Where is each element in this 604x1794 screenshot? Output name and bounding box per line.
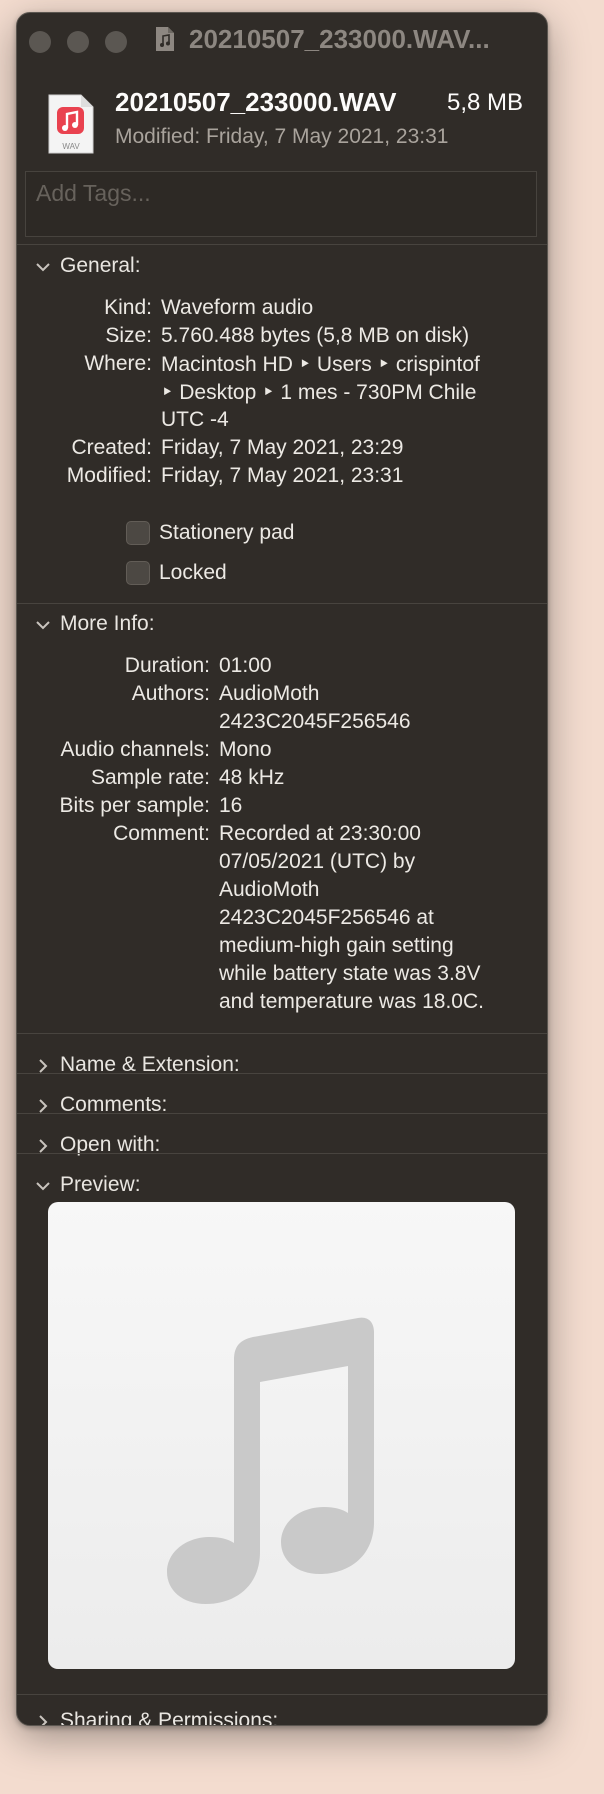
preview-panel — [48, 1202, 515, 1669]
file-name: 20210507_233000.WAV — [115, 87, 397, 117]
wav-file-icon: WAV — [48, 94, 94, 154]
file-size: 5,8 MB — [447, 89, 524, 116]
comment-line: 2423C2045F256546 at — [219, 906, 434, 929]
bits-per-sample-value: 16 — [219, 794, 243, 817]
locked-checkbox[interactable] — [126, 561, 150, 585]
get-info-window: 20210507_233000.WAV... WAV 20210507_2330… — [16, 12, 548, 1726]
comment-line: while battery state was 3.8V — [219, 962, 481, 985]
duration-value: 01:00 — [219, 654, 272, 677]
divider — [17, 1153, 547, 1154]
audio-channels-value: Mono — [219, 738, 272, 761]
chevron-right-icon[interactable] — [33, 1712, 53, 1726]
authors-value-line: AudioMoth — [219, 682, 320, 705]
music-note-icon — [167, 1317, 374, 1604]
title-bar: 20210507_233000.WAV... — [17, 13, 547, 67]
chevron-down-icon[interactable] — [33, 1176, 53, 1196]
where-value-line: Macintosh HD ‣ Users ‣ crispintof — [161, 353, 480, 376]
authors-value-line: 2423C2045F256546 — [219, 710, 411, 733]
duration-label: Duration: — [124, 654, 210, 677]
chevron-down-icon[interactable] — [33, 615, 53, 635]
where-label: Where: — [84, 352, 152, 375]
comment-label: Comment: — [113, 822, 210, 845]
zoom-window-button[interactable] — [105, 31, 127, 53]
chevron-down-icon[interactable] — [33, 257, 53, 277]
size-label: Size: — [105, 324, 152, 347]
audio-file-icon — [156, 27, 174, 51]
comment-line: Recorded at 23:30:00 — [219, 822, 421, 845]
authors-label: Authors: — [131, 682, 210, 705]
stationery-pad-label: Stationery pad — [159, 521, 295, 544]
bits-per-sample-label: Bits per sample: — [59, 794, 210, 817]
minimize-window-button[interactable] — [67, 31, 89, 53]
close-window-button[interactable] — [29, 31, 51, 53]
window-title: 20210507_233000.WAV... — [189, 24, 490, 54]
where-value-line: UTC -4 — [161, 408, 229, 431]
created-value: Friday, 7 May 2021, 23:29 — [161, 436, 404, 459]
locked-label: Locked — [159, 561, 227, 584]
comment-line: medium-high gain setting — [219, 934, 454, 957]
divider — [17, 244, 547, 245]
section-sharing-permissions-title[interactable]: Sharing & Permissions: — [60, 1709, 278, 1725]
divider — [17, 1033, 547, 1034]
divider — [17, 1113, 547, 1114]
size-value: 5.760.488 bytes (5,8 MB on disk) — [161, 324, 470, 347]
file-modified-date: Modified: Friday, 7 May 2021, 23:31 — [115, 125, 449, 148]
sample-rate-value: 48 kHz — [219, 766, 285, 789]
tags-placeholder: Add Tags... — [36, 180, 151, 206]
comment-line: AudioMoth — [219, 878, 320, 901]
section-preview-title[interactable]: Preview: — [60, 1173, 141, 1197]
section-general-title[interactable]: General: — [60, 254, 141, 278]
stationery-pad-checkbox[interactable] — [126, 521, 150, 545]
kind-label: Kind: — [104, 296, 152, 319]
where-value-line: ‣ Desktop ‣ 1 mes - 730PM Chile — [161, 381, 477, 404]
comment-line: 07/05/2021 (UTC) by — [219, 850, 416, 873]
sample-rate-label: Sample rate: — [90, 766, 210, 789]
divider — [17, 1073, 547, 1074]
modified-label: Modified: — [66, 464, 152, 487]
file-icon-badge: WAV — [62, 142, 80, 151]
kind-value: Waveform audio — [161, 296, 314, 319]
section-more-info-title[interactable]: More Info: — [60, 612, 155, 636]
created-label: Created: — [71, 436, 152, 459]
modified-value: Friday, 7 May 2021, 23:31 — [161, 464, 404, 487]
audio-channels-label: Audio channels: — [60, 738, 210, 761]
divider — [17, 603, 547, 604]
comment-line: and temperature was 18.0C. — [219, 990, 484, 1013]
tags-field[interactable]: Add Tags... — [25, 171, 537, 237]
divider — [17, 1694, 547, 1695]
